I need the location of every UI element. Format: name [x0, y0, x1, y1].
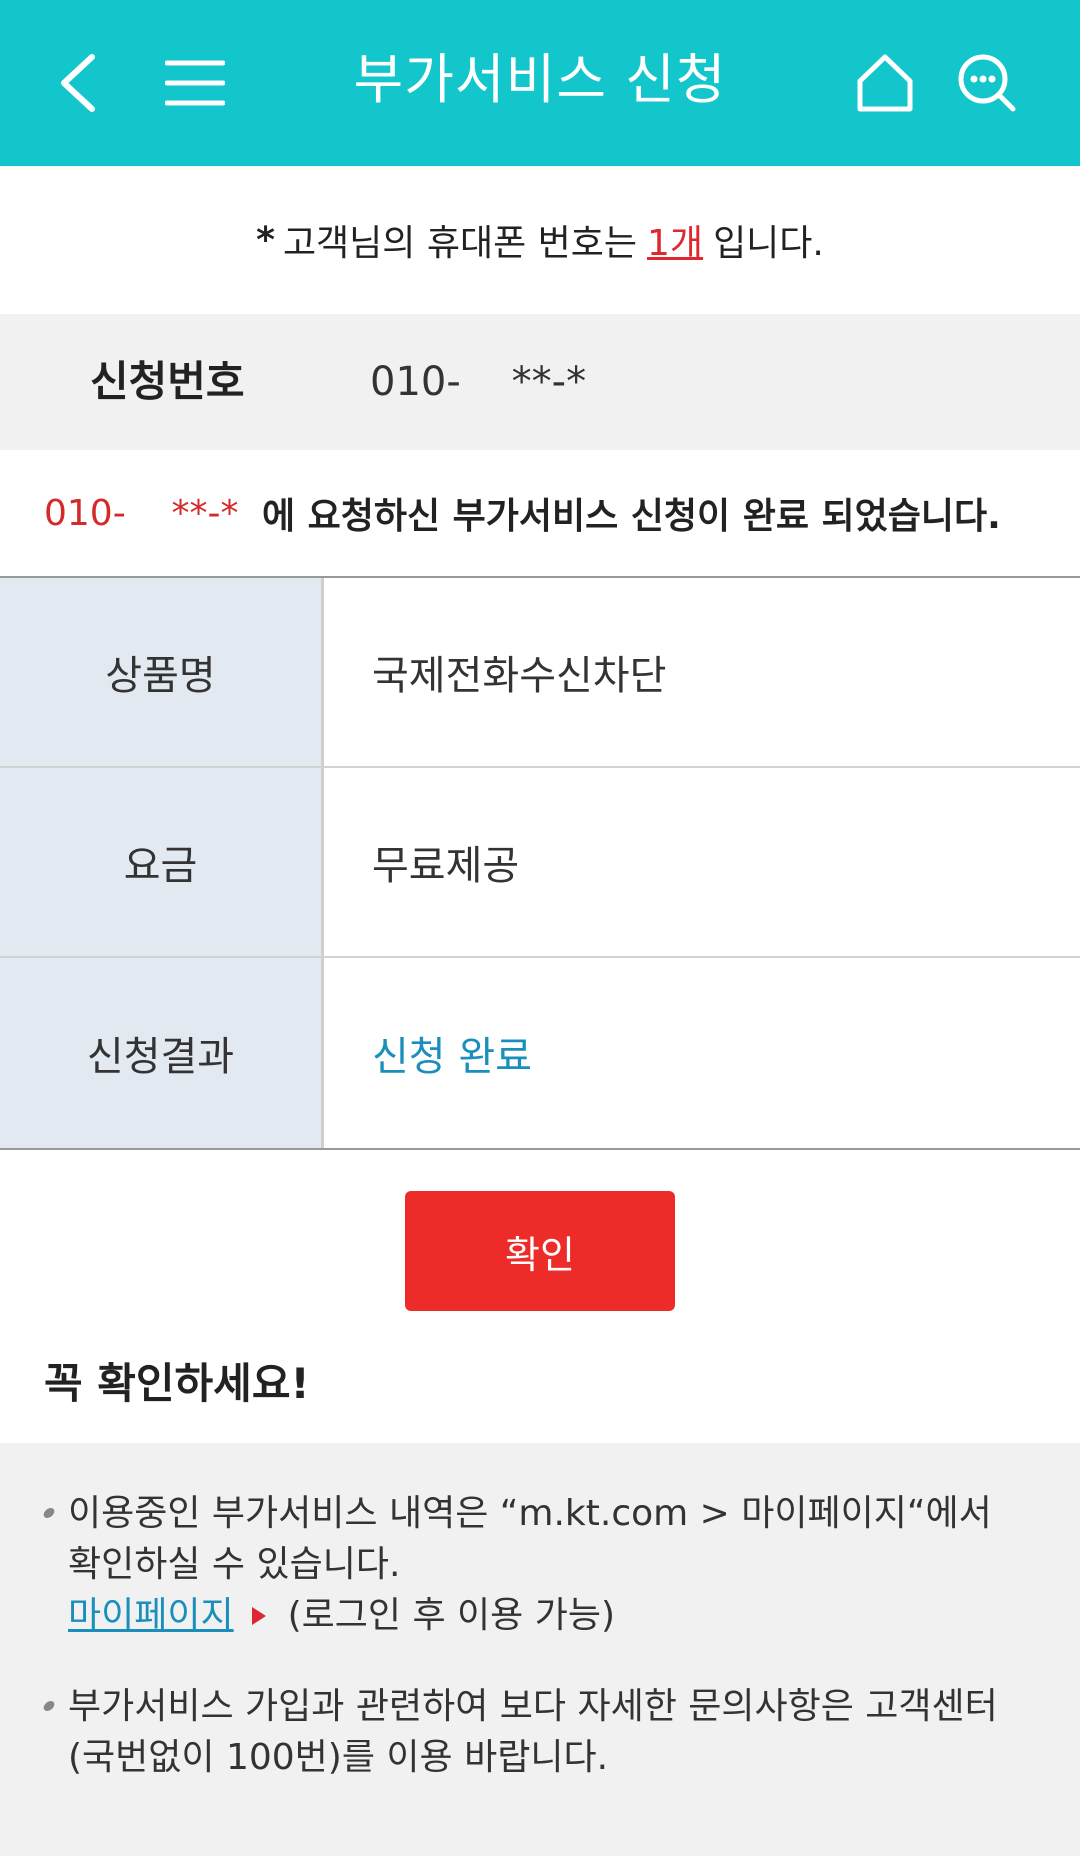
- chat-search-button[interactable]: [942, 38, 1032, 128]
- request-number-label: 신청번호: [90, 357, 245, 406]
- app-header: 부가서비스 신청: [0, 0, 1080, 166]
- right-arrow-icon: [251, 1606, 266, 1625]
- table-row: 신청결과 신청 완료: [0, 958, 1080, 1148]
- request-number-row: 신청번호 010- **-*: [0, 314, 1080, 450]
- service-info-table: 상품명 국제전화수신차단 요금 무료제공 신청결과 신청 완료: [0, 576, 1080, 1150]
- notice-prefix: 고객님의 휴대폰 번호는: [282, 223, 638, 264]
- home-icon: [857, 54, 913, 112]
- tip-text: 부가서비스 가입과 관련하여 보다 자세한 문의사항은 고객센터(국번없이 10…: [68, 1686, 998, 1778]
- notice-suffix: 입니다.: [713, 223, 824, 264]
- completion-message: 010- **-* 에 요청하신 부가서비스 신청이 완료 되었습니다.: [0, 450, 1080, 576]
- result-label: 신청결과: [0, 958, 324, 1148]
- home-button[interactable]: [840, 38, 930, 128]
- phone-count-notice: * 고객님의 휴대폰 번호는 1개 입니다.: [0, 166, 1080, 314]
- tip-item: 이용중인 부가서비스 내역은 “m.kt.com > 마이페이지“에서 확인하실…: [42, 1488, 1036, 1641]
- check-section-title: 꼭 확인하세요!: [44, 1359, 310, 1408]
- result-value: 신청 완료: [372, 1034, 532, 1080]
- mypage-link[interactable]: 마이페이지: [68, 1590, 234, 1641]
- tips-box: 이용중인 부가서비스 내역은 “m.kt.com > 마이페이지“에서 확인하실…: [0, 1443, 1080, 1856]
- product-name-label: 상품명: [0, 578, 324, 766]
- table-row: 요금 무료제공: [0, 768, 1080, 958]
- completion-text: 에 요청하신 부가서비스 신청이 완료 되었습니다.: [262, 496, 1001, 537]
- link-note: (로그인 후 이용 가능): [287, 1595, 615, 1636]
- phone-count: 1개: [647, 223, 704, 264]
- chat-search-icon: [958, 54, 1016, 112]
- tip-item: 부가서비스 가입과 관련하여 보다 자세한 문의사항은 고객센터(국번없이 10…: [42, 1681, 1036, 1783]
- bullet-icon: [42, 1701, 56, 1711]
- confirm-button[interactable]: 확인: [405, 1191, 675, 1311]
- asterisk: *: [256, 219, 275, 261]
- table-row: 상품명 국제전화수신차단: [0, 578, 1080, 768]
- request-number-value: 010- **-*: [370, 359, 587, 405]
- fee-value: 무료제공: [372, 843, 520, 889]
- completion-number: 010- **-*: [44, 492, 239, 534]
- product-name-value: 국제전화수신차단: [372, 653, 667, 699]
- tip-text: 이용중인 부가서비스 내역은 “m.kt.com > 마이페이지“에서 확인하실…: [68, 1493, 992, 1585]
- fee-label: 요금: [0, 768, 324, 956]
- bullet-icon: [42, 1508, 56, 1518]
